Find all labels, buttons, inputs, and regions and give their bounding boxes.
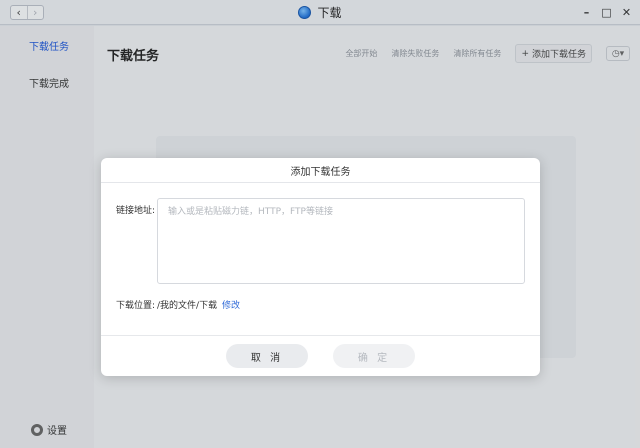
location-label: 下载位置: [116,301,156,311]
link-input[interactable] [157,198,525,284]
confirm-button[interactable]: 确 定 [333,344,415,368]
cancel-button[interactable]: 取 消 [226,344,308,368]
location-path: /我的文件/下载 [157,301,218,311]
link-label: 链接地址: [116,206,156,216]
dialog-divider [101,335,540,336]
dialog-title: 添加下载任务 [101,158,540,183]
modify-location-link[interactable]: 修改 [222,298,240,311]
add-task-dialog: 添加下载任务 链接地址: 下载位置: /我的文件/下载 修改 取 消 确 定 [101,158,540,376]
